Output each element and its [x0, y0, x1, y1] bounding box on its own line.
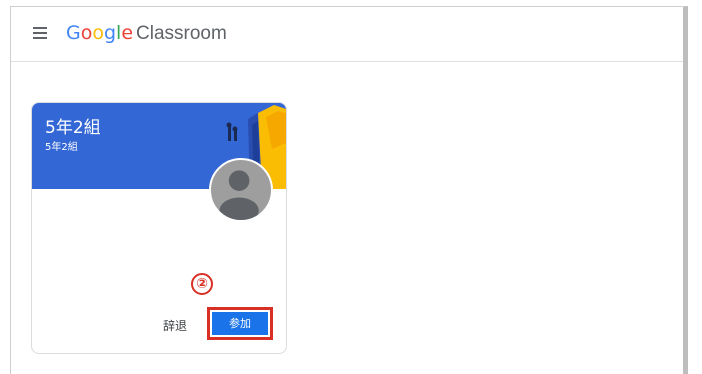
hamburger-menu-icon[interactable]: [33, 27, 47, 39]
class-title[interactable]: 5年2組: [45, 118, 101, 138]
product-name: Classroom: [136, 23, 227, 44]
class-card: 5年2組 5年2組 ② 辞退 参加: [31, 102, 287, 354]
app-logo[interactable]: Google Classroom: [66, 21, 227, 46]
top-app-bar: Google Classroom: [11, 7, 683, 62]
join-button[interactable]: 参加: [212, 312, 268, 335]
app-window: Google Classroom 5年2組 5年2組 ② 辞退 参加: [10, 6, 688, 374]
class-subtitle: 5年2組: [45, 142, 78, 153]
decline-button[interactable]: 辞退: [163, 318, 187, 334]
join-button-highlight: 参加: [207, 307, 273, 340]
person-avatar-icon: [209, 158, 273, 222]
step-marker: ②: [191, 273, 213, 295]
google-wordmark: Google: [66, 22, 134, 44]
